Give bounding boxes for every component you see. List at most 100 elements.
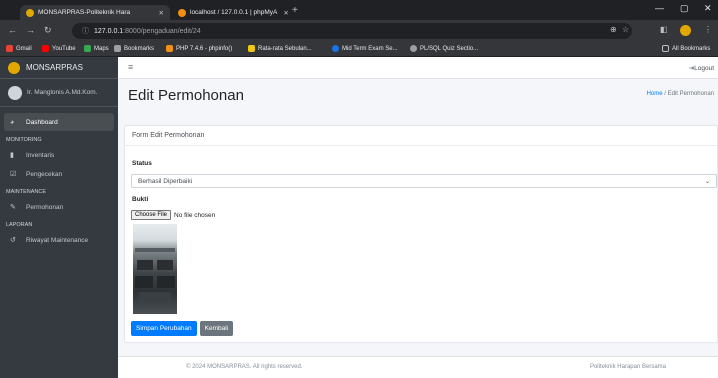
back-button[interactable]: Kembali <box>199 321 234 336</box>
breadcrumb-home[interactable]: Home <box>647 91 663 97</box>
minimize-icon[interactable]: — <box>655 3 664 13</box>
status-label: Status <box>132 160 152 167</box>
menu-toggle-icon[interactable]: ≡ <box>128 62 133 72</box>
sidebar-header-maintenance: MAINTENANCE <box>6 189 47 195</box>
bookmark-star-icon[interactable]: ☆ <box>622 25 629 34</box>
browser-tab-phpmyadmin[interactable]: localhost / 127.0.0.1 | phpMyA ✕ <box>172 5 290 20</box>
bookmark-gmail[interactable]: Gmail <box>6 45 32 52</box>
proof-image-preview <box>133 224 177 314</box>
bookmark-label: Rata-rata Sebulan... <box>258 45 312 52</box>
file-status-text: No file chosen <box>174 211 216 219</box>
bookmark-youtube[interactable]: YouTube <box>42 45 76 52</box>
bookmark-label: Bookmarks <box>124 45 155 52</box>
site-info-icon[interactable]: ⓘ <box>82 26 89 36</box>
star-icon <box>114 45 121 52</box>
maps-icon <box>84 45 91 52</box>
brand-name: MONSARPRAS <box>26 63 83 72</box>
bookmark-bookmarks[interactable]: Bookmarks <box>114 45 154 52</box>
bookmark-plsql[interactable]: PL/SQL Quiz Sectio... <box>410 45 478 52</box>
edit-form-card: Form Edit Permohonan Status Berhasil Dip… <box>124 125 718 343</box>
browser-tab-active[interactable]: MONSARPRAS-Politeknik Hara ✕ <box>20 5 170 20</box>
bookmark-label: YouTube <box>52 45 76 52</box>
phpmyadmin-favicon-icon <box>178 8 186 17</box>
profile-avatar-icon[interactable] <box>680 25 691 36</box>
edit-icon: ✎ <box>10 204 16 211</box>
browser-menu-icon[interactable]: ⋮ <box>704 25 712 34</box>
history-icon: ↺ <box>10 237 16 244</box>
browser-tab-strip: MONSARPRAS-Politeknik Hara ✕ localhost /… <box>0 0 718 20</box>
sidebar-item-permohonan[interactable]: ✎ Permohonan <box>4 198 114 216</box>
bookmark-maps[interactable]: Maps <box>84 45 109 52</box>
brand-link[interactable]: MONSARPRAS <box>0 57 118 79</box>
proof-file-input[interactable]: Choose File No file chosen <box>131 210 215 220</box>
url-path: :8000/pengaduan/edit/24 <box>123 27 201 35</box>
all-bookmarks[interactable]: All Bookmarks <box>662 45 710 52</box>
form-actions: Simpan Perubahan Kembali <box>131 321 236 336</box>
bookmark-label: PHP 7.4.6 - phpinfo() <box>176 45 233 52</box>
chevron-down-icon: ⌄ <box>704 179 710 185</box>
status-select[interactable]: Berhasil Diperbaiki ⌄ <box>131 174 717 188</box>
footer: © 2024 MONSARPRAS. All rights reserved. … <box>118 356 718 378</box>
zoom-icon[interactable]: ⊕ <box>610 25 617 34</box>
bookmark-label: Gmail <box>16 45 32 52</box>
sidebar-item-label: Pengecekan <box>26 170 63 178</box>
sidebar: MONSARPRAS Ir. Manglonis A.Md.Kom. ◕ Das… <box>0 57 118 378</box>
maximize-icon[interactable]: ▢ <box>680 3 689 14</box>
close-tab-icon[interactable]: ✕ <box>153 9 164 17</box>
sidebar-item-label: Riwayat Maintenance <box>26 236 89 244</box>
address-bar-row: ← → ↻ ⓘ 127.0.0.1 :8000/pengaduan/edit/2… <box>0 20 718 42</box>
check-icon: ☑ <box>10 171 17 178</box>
breadcrumb-current: Edit Permohonan <box>667 91 714 97</box>
sidebar-item-label: Dashboard <box>26 118 58 126</box>
forward-icon[interactable]: → <box>26 25 35 35</box>
sidebar-item-pengecekan[interactable]: ☑ Pengecekan <box>4 165 114 183</box>
bookmark-label: Maps <box>94 45 109 52</box>
save-button[interactable]: Simpan Perubahan <box>131 321 197 336</box>
bookmarks-bar: Gmail YouTube Maps Bookmarks PHP 7.4.6 -… <box>0 42 718 57</box>
sheet-icon <box>248 45 255 52</box>
sidebar-item-dashboard[interactable]: ◕ Dashboard <box>4 113 114 131</box>
sidebar-header-laporan: LAPORAN <box>6 222 33 228</box>
user-panel[interactable]: Ir. Manglonis A.Md.Kom. <box>0 79 118 107</box>
url-host: 127.0.0.1 <box>94 27 124 35</box>
tab-title: localhost / 127.0.0.1 | phpMyA <box>190 9 278 16</box>
bookmark-label: PL/SQL Quiz Sectio... <box>420 45 479 52</box>
url-input[interactable]: ⓘ 127.0.0.1 :8000/pengaduan/edit/24 <box>72 23 632 39</box>
reload-icon[interactable]: ↻ <box>44 25 52 36</box>
close-window-icon[interactable]: ✕ <box>704 3 712 14</box>
quiz-icon <box>410 45 417 52</box>
gmail-icon <box>6 45 13 52</box>
breadcrumb: Home / Edit Permohonan <box>647 91 714 97</box>
exam-icon <box>332 45 339 52</box>
bookmark-mid-term[interactable]: Mid Term Exam Se... <box>332 45 398 52</box>
close-tab-icon[interactable]: ✕ <box>277 9 288 17</box>
inventory-icon: ▮ <box>10 152 14 159</box>
page-title: Edit Permohonan <box>128 87 244 104</box>
choose-file-button[interactable]: Choose File <box>131 210 172 220</box>
back-icon[interactable]: ← <box>8 25 17 35</box>
bookmark-rata-rata[interactable]: Rata-rata Sebulan... <box>248 45 312 52</box>
proof-label: Bukti <box>132 196 149 203</box>
bookmark-label: Mid Term Exam Se... <box>342 45 398 52</box>
status-selected-value: Berhasil Diperbaiki <box>138 177 193 185</box>
sidebar-item-inventaris[interactable]: ▮ Inventaris <box>4 146 114 164</box>
dashboard-icon: ◕ <box>10 118 15 126</box>
card-title: Form Edit Permohonan <box>125 126 717 146</box>
footer-copyright: © 2024 MONSARPRAS. All rights reserved. <box>186 364 303 370</box>
folder-icon <box>662 45 669 52</box>
tab-title: MONSARPRAS-Politeknik Hara <box>38 9 131 16</box>
footer-institution: Politeknik Harapan Bersama <box>589 364 666 370</box>
youtube-icon <box>42 45 49 52</box>
avatar <box>8 85 22 100</box>
sidebar-item-label: Permohonan <box>26 203 64 211</box>
brand-logo-icon <box>8 61 20 74</box>
new-tab-button[interactable]: + <box>292 5 298 16</box>
sidebar-item-riwayat-maintenance[interactable]: ↺ Riwayat Maintenance <box>4 231 114 249</box>
brand-favicon-icon <box>26 8 34 17</box>
bookmark-phpinfo[interactable]: PHP 7.4.6 - phpinfo() <box>166 45 232 52</box>
classroom-photo <box>135 248 175 302</box>
content-header: Edit Permohonan Home / Edit Permohonan <box>118 79 718 119</box>
extensions-icon[interactable]: ◧ <box>660 25 668 34</box>
top-navbar: ≡ ⇥Logout <box>118 57 718 79</box>
logout-link[interactable]: ⇥Logout <box>689 64 714 72</box>
